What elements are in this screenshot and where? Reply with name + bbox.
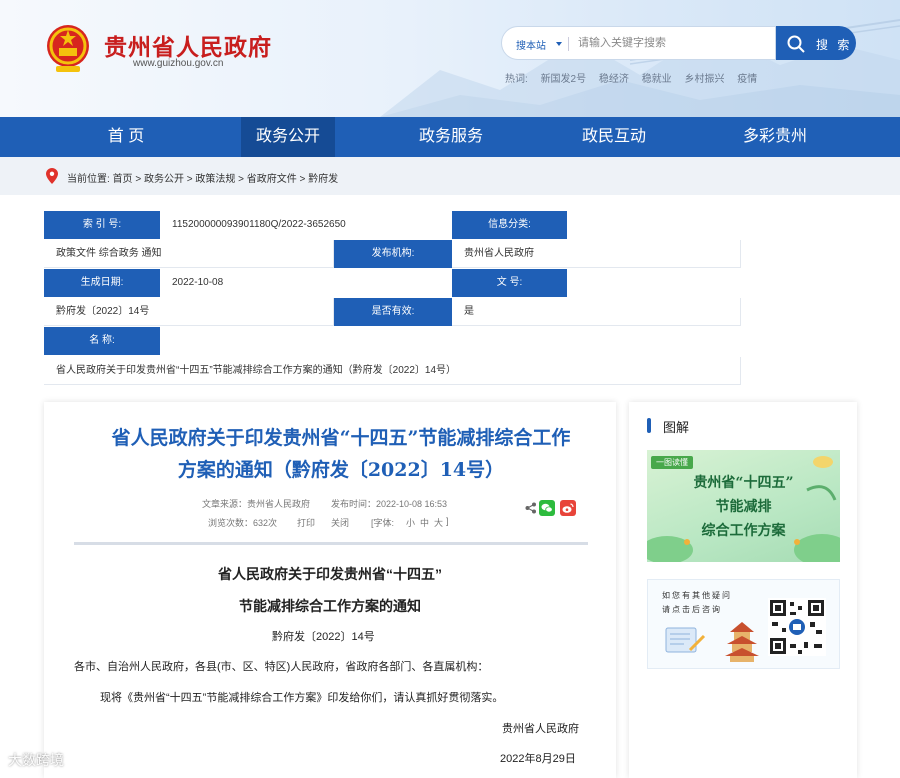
doc-no-label: 文 号:: [452, 269, 567, 297]
qr-code-icon[interactable]: [768, 598, 826, 656]
breadcrumb-link[interactable]: 政务公开: [144, 174, 184, 185]
search-scope-dropdown[interactable]: 搜本站: [516, 37, 546, 52]
site-title[interactable]: 贵州省人民政府: [104, 28, 272, 62]
category-label: 信息分类:: [452, 211, 567, 239]
document-sign-date: 2022年8月29日: [500, 753, 576, 765]
document-heading: 节能减排综合工作方案的通知: [239, 598, 421, 614]
panel-title: 图解: [663, 420, 690, 435]
document-heading: 省人民政府关于印发贵州省“十四五”: [218, 566, 442, 582]
document-body: 现将《贵州省“十四五”节能减排综合工作方案》印发给你们，请认真抓好贯彻落实。: [100, 692, 504, 704]
name-value: 省人民政府关于印发贵州省“十四五”节能减排综合工作方案的通知（黔府发〔2022〕…: [44, 357, 741, 385]
hot-word-link[interactable]: 稳经济: [599, 74, 629, 85]
article-divider: [74, 542, 588, 545]
article-source: 文章来源：贵州省人民政府: [202, 499, 311, 509]
breadcrumb-separator: >: [132, 174, 144, 185]
font-size-bracket: ]: [446, 516, 449, 526]
article-title-line: 方案的通知（黔府发〔2022〕14号）: [177, 459, 505, 481]
article-card: 省人民政府关于印发贵州省“十四五”节能减排综合工作 方案的通知（黔府发〔2022…: [44, 402, 616, 778]
hot-word-link[interactable]: 疫情: [737, 74, 757, 85]
close-link[interactable]: 关闭: [331, 516, 349, 529]
section-marker: [647, 418, 651, 433]
breadcrumb-separator: >: [235, 174, 247, 185]
chevron-down-icon[interactable]: [556, 42, 562, 46]
wechat-share-icon[interactable]: [539, 500, 555, 516]
document-number: 黔府发〔2022〕14号: [272, 631, 375, 643]
font-size-label: [字体:: [371, 518, 395, 528]
consult-text: 如您有其他疑问: [662, 591, 732, 600]
nav-item-services[interactable]: 政务服务: [404, 117, 498, 157]
doc-no-value: 黔府发〔2022〕14号: [44, 298, 334, 326]
search-button-label: 搜 索: [816, 38, 853, 52]
breadcrumb-link[interactable]: 首页: [113, 174, 133, 185]
font-small-link[interactable]: 小: [406, 516, 415, 529]
index-no-label: 索 引 号:: [44, 211, 160, 239]
font-medium-link[interactable]: 中: [420, 516, 429, 529]
location-pin-icon: [46, 168, 58, 184]
search-scope-divider: [568, 37, 569, 51]
article-views: 浏览次数：632次: [208, 518, 278, 528]
valid-label: 是否有效:: [334, 298, 452, 326]
breadcrumb: 当前位置: 首页 > 政务公开 > 政策法规 > 省政府文件 > 黔府发: [67, 170, 338, 185]
search-input[interactable]: [578, 31, 768, 55]
name-label: 名 称:: [44, 327, 160, 355]
publisher-value: 贵州省人民政府: [452, 240, 741, 268]
breadcrumb-prefix: 当前位置:: [67, 174, 110, 185]
hot-word-link[interactable]: 稳就业: [642, 74, 672, 85]
hot-words: 热词: 新国发2号 稳经济 稳就业 乡村振兴 疫情: [505, 70, 767, 85]
article-publish-time: 发布时间：2022-10-08 16:53: [331, 499, 448, 509]
breadcrumb-link[interactable]: 黔府发: [308, 174, 338, 185]
site-url: www.guizhou.gov.cn: [133, 58, 224, 69]
nav-item-government-affairs[interactable]: 政务公开: [241, 117, 335, 157]
index-no-value: 115200000093901180Q/2022-3652650: [172, 219, 346, 230]
share-icon[interactable]: [525, 502, 537, 514]
article-title-line: 省人民政府关于印发贵州省“十四五”节能减排综合工作: [111, 427, 571, 449]
nav-item-colorful-guizhou[interactable]: 多彩贵州: [728, 117, 822, 157]
publisher-label: 发布机构:: [334, 240, 452, 268]
date-label: 生成日期:: [44, 269, 160, 297]
breadcrumb-link[interactable]: 省政府文件: [247, 174, 297, 185]
infographic-panel: 图解 一图读懂 贵州省“十四五” 节能减排 综合工作方案 如您有其他疑问 请点击…: [629, 402, 857, 778]
document-signature: 贵州省人民政府: [502, 723, 579, 735]
document-illustration-icon: [665, 627, 706, 653]
nav-item-home[interactable]: 首 页: [80, 117, 172, 157]
consult-banner[interactable]: 如您有其他疑问 请点击后咨询: [647, 579, 840, 669]
article-title: 省人民政府关于印发贵州省“十四五”节能减排综合工作 方案的通知（黔府发〔2022…: [106, 422, 576, 486]
search-icon: [787, 35, 805, 53]
pagoda-icon: [725, 622, 759, 662]
category-value: 政策文件 综合政务 通知: [44, 240, 334, 268]
hot-word-link[interactable]: 乡村振兴: [684, 74, 724, 85]
weibo-share-icon[interactable]: [560, 500, 576, 516]
national-emblem-icon: [47, 25, 89, 72]
promo-line: 节能减排: [715, 499, 772, 515]
date-value: 2022-10-08: [172, 277, 224, 288]
breadcrumb-separator: >: [183, 174, 196, 185]
print-link[interactable]: 打印: [297, 516, 315, 529]
promo-tag: 一图读懂: [651, 456, 693, 469]
consult-text: 请点击后咨询: [662, 605, 722, 614]
hot-word-link[interactable]: 新国发2号: [541, 74, 587, 85]
hot-words-label: 热词:: [505, 74, 528, 85]
breadcrumb-separator: >: [296, 174, 309, 185]
promo-line: 综合工作方案: [701, 523, 786, 539]
breadcrumb-link[interactable]: 政策法规: [195, 174, 235, 185]
document-recipients: 各市、自治州人民政府，各县(市、区、特区)人民政府，省政府各部门、各直属机构：: [74, 661, 489, 673]
promo-line: 贵州省“十四五”: [693, 475, 794, 491]
search-button[interactable]: 搜 索: [776, 26, 856, 60]
font-large-link[interactable]: 大: [434, 516, 443, 529]
nav-item-interaction[interactable]: 政民互动: [567, 117, 661, 157]
search-box: 搜本站: [501, 26, 776, 60]
main-nav: 首 页 政务公开 政务服务 政民互动 多彩贵州: [0, 117, 900, 157]
infographic-banner[interactable]: 一图读懂 贵州省“十四五” 节能减排 综合工作方案: [647, 450, 840, 562]
valid-value: 是: [452, 298, 741, 326]
watermark: 大数跨境: [8, 752, 64, 768]
